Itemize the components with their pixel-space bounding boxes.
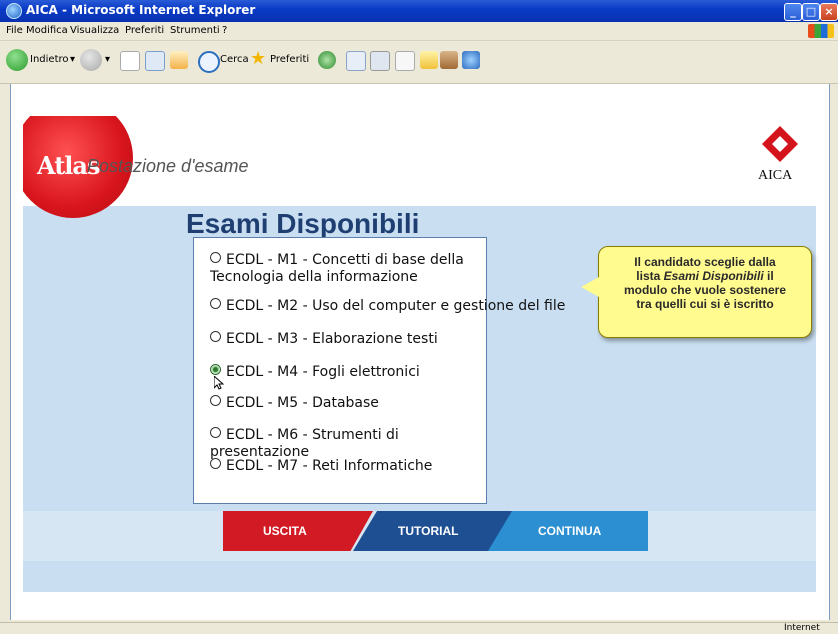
messenger-icon[interactable] (462, 51, 480, 69)
search-icon[interactable] (198, 51, 220, 73)
refresh-icon[interactable] (145, 51, 165, 71)
favorites-label[interactable]: Preferiti (270, 54, 309, 65)
page-title: Esami Disponibili (186, 208, 420, 239)
windows-logo-icon (808, 24, 834, 38)
tooltip-text-part: lista (636, 269, 664, 283)
radio-button[interactable] (210, 298, 221, 309)
mouse-cursor-icon (214, 376, 224, 390)
tooltip-text: Il candidato sceglie dalla lista Esami D… (607, 255, 803, 311)
aica-logo-icon (762, 126, 798, 162)
station-title: Postazione d'esame (87, 156, 249, 176)
app-header: Atlas Postazione d'esame AICA (23, 116, 816, 218)
menu-file[interactable]: File (6, 25, 23, 36)
back-dropdown-icon[interactable]: ▾ (70, 54, 75, 65)
exam-label[interactable]: ECDL - M1 - Concetti di base della Tecno… (210, 252, 464, 285)
research-icon[interactable] (440, 51, 458, 69)
toolbar: Indietro ▾ ▾ Cerca ★ Preferiti (0, 41, 838, 84)
forward-dropdown-icon[interactable]: ▾ (105, 54, 110, 65)
back-label[interactable]: Indietro (30, 54, 69, 65)
exam-label[interactable]: ECDL - M7 - Reti Informatiche (226, 458, 432, 474)
search-label[interactable]: Cerca (220, 54, 249, 65)
exam-option[interactable]: ECDL - M5 - Database (210, 395, 379, 412)
maximize-button[interactable]: □ (802, 3, 820, 21)
tooltip-emphasis: Esami Disponibili (663, 269, 764, 283)
status-zone: Internet (784, 623, 820, 633)
exam-option[interactable]: ECDL - M1 - Concetti di base della Tecno… (210, 252, 470, 286)
exit-button-label[interactable]: USCITA (263, 524, 307, 538)
aica-label: AICA (758, 168, 793, 183)
radio-button[interactable] (210, 427, 221, 438)
instruction-tooltip: Il candidato sceglie dalla lista Esami D… (581, 246, 812, 338)
radio-button-selected[interactable] (210, 364, 221, 375)
exam-label[interactable]: ECDL - M3 - Elaborazione testi (226, 331, 438, 347)
exam-label[interactable]: ECDL - M5 - Database (226, 395, 379, 411)
tooltip-tail (581, 277, 599, 297)
tooltip-line: lista Esami Disponibili il (607, 269, 803, 283)
minimize-button[interactable]: _ (784, 3, 802, 21)
close-button[interactable]: × (820, 3, 838, 21)
menu-bar: File Modifica Visualizza Preferiti Strum… (0, 22, 838, 41)
title-bar: AICA - Microsoft Internet Explorer _ □ × (0, 0, 838, 22)
exam-app: Atlas Postazione d'esame AICA Esami Disp… (23, 116, 816, 592)
radio-button[interactable] (210, 252, 221, 263)
tooltip-text-part: il (763, 269, 774, 283)
menu-preferiti[interactable]: Preferiti (125, 25, 164, 36)
favorites-star-icon[interactable]: ★ (250, 48, 266, 69)
folder-icon[interactable] (420, 51, 438, 69)
stop-icon[interactable] (120, 51, 140, 71)
print-icon[interactable] (370, 51, 390, 71)
tooltip-line: tra quelli cui si è iscritto (636, 297, 774, 311)
exam-label[interactable]: ECDL - M2 - Uso del computer e gestione … (226, 298, 565, 314)
menu-modifica[interactable]: Modifica (26, 25, 68, 36)
exam-option[interactable]: ECDL - M2 - Uso del computer e gestione … (210, 298, 565, 315)
browser-content: Atlas Postazione d'esame AICA Esami Disp… (10, 84, 830, 620)
home-icon[interactable] (170, 51, 188, 69)
status-bar: Internet (0, 622, 838, 634)
exam-option[interactable]: ECDL - M6 - Strumenti di presentazione (210, 427, 486, 461)
mail-icon[interactable] (346, 51, 366, 71)
forward-arrow-icon[interactable] (80, 49, 102, 71)
menu-help[interactable]: ? (222, 25, 227, 36)
menu-visualizza[interactable]: Visualizza (70, 25, 119, 36)
exam-label[interactable]: ECDL - M6 - Strumenti di presentazione (210, 427, 399, 460)
exam-list-panel: ECDL - M1 - Concetti di base della Tecno… (193, 237, 565, 504)
exam-option[interactable]: ECDL - M4 - Fogli elettronici (210, 364, 420, 381)
edit-icon[interactable] (395, 51, 415, 71)
radio-button[interactable] (210, 331, 221, 342)
ie-window: AICA - Microsoft Internet Explorer _ □ ×… (0, 0, 838, 634)
exam-option[interactable]: ECDL - M3 - Elaborazione testi (210, 331, 438, 348)
radio-button[interactable] (210, 458, 221, 469)
ie-icon (6, 3, 22, 19)
continue-button-label[interactable]: CONTINUA (538, 524, 601, 538)
back-arrow-icon[interactable] (6, 49, 28, 71)
exam-label[interactable]: ECDL - M4 - Fogli elettronici (226, 364, 420, 380)
menu-strumenti[interactable]: Strumenti (170, 25, 220, 36)
tooltip-line: modulo che vuole sostenere (623, 283, 787, 297)
history-icon[interactable] (318, 51, 336, 69)
radio-button[interactable] (210, 395, 221, 406)
exam-option[interactable]: ECDL - M7 - Reti Informatiche (210, 458, 432, 475)
window-title: AICA - Microsoft Internet Explorer (26, 3, 256, 17)
tooltip-line: Il candidato sceglie dalla (634, 255, 776, 269)
tutorial-button-label[interactable]: TUTORIAL (398, 524, 458, 538)
